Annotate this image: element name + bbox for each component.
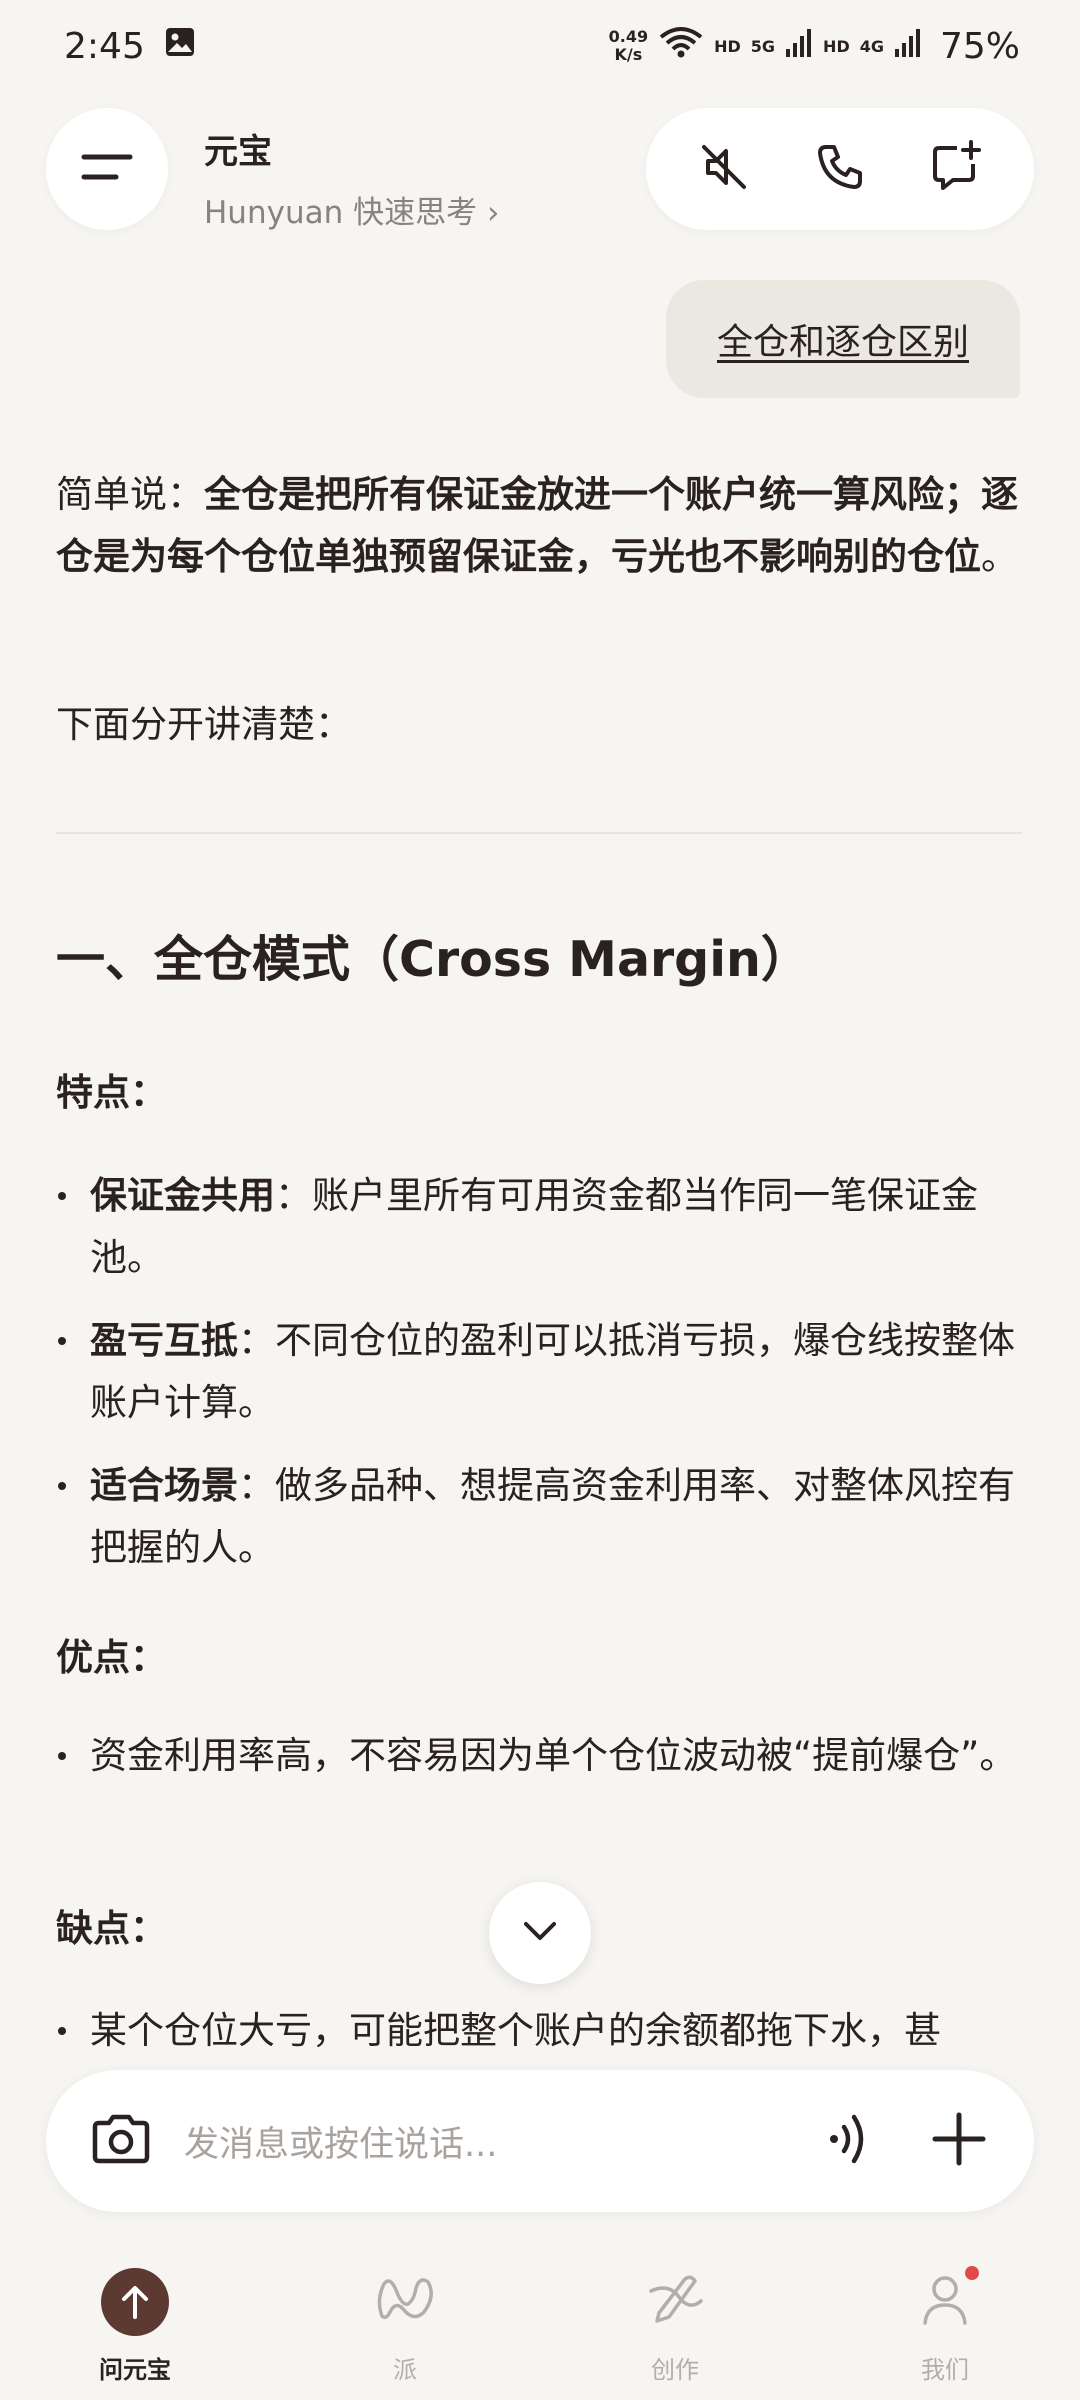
create-icon [645,2271,705,2333]
user-message-bubble[interactable]: 全仓和逐仓区别 [666,280,1020,398]
phone-icon [812,139,868,199]
call-button[interactable] [805,134,875,204]
pro-item: 资金利用率高，不容易因为单个仓位波动被“提前爆仓”。 [56,1725,1022,1787]
nav-item-create[interactable]: 创作 [575,2266,775,2385]
menu-button[interactable] [46,108,168,230]
add-attachment-button[interactable] [924,2106,994,2176]
camera-button[interactable] [86,2106,156,2176]
features-heading: 特点： [56,1071,167,1114]
hd-badge: HD [714,36,741,56]
mute-icon [696,139,752,199]
feature-item: 盈亏互抵：不同仓位的盈利可以抵消亏损，爆仓线按整体账户计算。 [56,1310,1022,1434]
menu-icon [80,147,134,191]
network-type-4g: 4G [859,36,884,56]
con-item: 某个仓位大亏，可能把整个账户的余额都拖下水，甚 [56,2000,1022,2062]
new-chat-icon [927,138,985,200]
header-actions [646,108,1034,230]
nav-item-ask[interactable]: 问元宝 [35,2266,235,2385]
pros-heading: 优点： [56,1636,167,1679]
notification-dot [965,2265,979,2280]
voice-wave-icon [824,2111,874,2171]
lead-in-text: 下面分开讲清楚： [56,703,352,746]
network-type-5g: 5G [750,36,776,56]
bottom-navigation: 问元宝 派 创作 我们 [0,2250,1080,2400]
nav-item-profile[interactable]: 我们 [845,2265,1045,2385]
ask-icon [101,2267,169,2336]
nav-item-pai[interactable]: 派 [305,2266,505,2385]
section-title: 一、全仓模式（Cross Margin） [56,931,810,988]
feature-item: 保证金共用：账户里所有可用资金都当作同一笔保证金池。 [56,1165,1022,1289]
chat-title-block[interactable]: 元宝 Hunyuan 快速思考 › [204,124,499,232]
net-speed: 0.49 K/s [608,27,649,64]
plus-icon [931,2111,987,2171]
nav-label: 我们 [921,2355,969,2384]
profile-icon [919,2271,971,2333]
intro-summary: 简单说：全仓是把所有保证金放进一个账户统一算风险；逐仓是为每个仓位单独预留保证金… [56,473,1018,578]
battery-level: 75% [939,25,1020,67]
app-title: 元宝 [204,132,272,172]
mute-button[interactable] [689,134,759,204]
cons-heading: 缺点： [56,1907,167,1950]
status-bar: 2:45 0.49 K/s HD 5G HD 4G 75% [0,0,1080,92]
nav-label: 创作 [651,2355,699,2384]
new-chat-button[interactable] [921,134,991,204]
divider [56,832,1022,834]
gallery-notification-icon [163,25,197,68]
signal-icon-2 [894,26,922,66]
wifi-icon [658,25,704,68]
model-selector[interactable]: Hunyuan 快速思考 › [204,187,499,232]
camera-icon [89,2111,153,2171]
scroll-to-bottom-button[interactable] [489,1882,591,1984]
nav-label: 派 [393,2355,417,2384]
hd-badge-2: HD [823,36,850,56]
pai-icon [374,2274,436,2330]
feature-item: 适合场景：做多品种、想提高资金利用率、对整体风控有把握的人。 [56,1455,1022,1579]
message-input[interactable]: 发消息或按住说话... [184,2116,814,2167]
status-time: 2:45 [64,25,145,67]
voice-button[interactable] [814,2106,884,2176]
signal-icon [785,26,813,66]
message-input-bar: 发消息或按住说话... [46,2070,1034,2212]
chevron-down-icon [522,1920,558,1946]
nav-label: 问元宝 [99,2355,171,2384]
